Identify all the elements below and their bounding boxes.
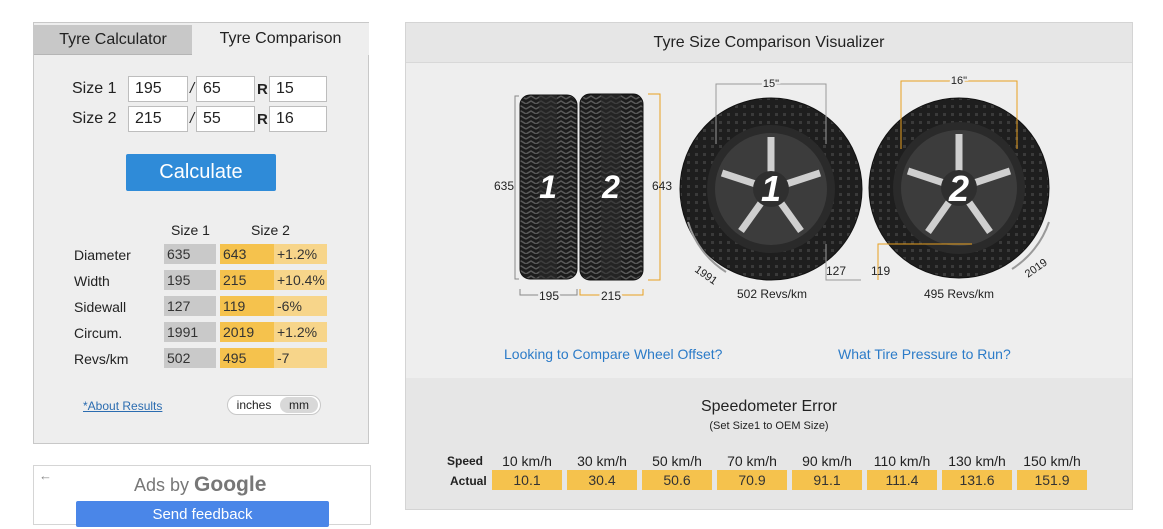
- diameter-size1-value: 635: [164, 244, 216, 264]
- speed-value: 90 km/h: [802, 453, 852, 469]
- size1-slash: /: [190, 80, 195, 97]
- circum-size1-value: 1991: [164, 322, 216, 342]
- tyre-calculator-panel: Tyre Calculator Tyre Comparison Size 1 1…: [33, 22, 369, 444]
- compare-wheel-offset-link[interactable]: Looking to Compare Wheel Offset?: [504, 346, 722, 362]
- wheel1-revs-label: 502 Revs/km: [737, 287, 807, 301]
- size2-slash: /: [190, 110, 195, 127]
- sidewall-diff-value: -6%: [274, 296, 327, 316]
- tread2-number: 2: [601, 169, 620, 205]
- revs-size1-value: 502: [164, 348, 216, 368]
- diameter-size2-value: 643: [220, 244, 274, 264]
- size2-aspect-input[interactable]: 55: [196, 106, 255, 132]
- speedometer-subtitle: (Set Size1 to OEM Size): [709, 420, 829, 432]
- actual-speed-value: 70.9: [717, 470, 787, 490]
- sidewall-size2-value: 119: [220, 296, 274, 316]
- size2-rim-input[interactable]: 16: [269, 106, 327, 132]
- width-diff-value: +10.4%: [274, 270, 327, 290]
- speed-value: 30 km/h: [577, 453, 627, 469]
- speed-row-label: Speed: [447, 454, 484, 468]
- speed-value: 50 km/h: [652, 453, 702, 469]
- about-results-link[interactable]: *About Results: [83, 399, 162, 413]
- actual-speed-value: 50.6: [642, 470, 712, 490]
- speed-value: 130 km/h: [948, 453, 1006, 469]
- wheel2-circum-label: 2019: [1023, 257, 1050, 281]
- visualizer-area: 1 2 635 643 195 215 1 15" 127 1991 502 R…: [406, 64, 1132, 377]
- wheel2-number: 2: [948, 168, 969, 209]
- calculate-button[interactable]: Calculate: [126, 154, 276, 191]
- back-arrow-icon[interactable]: ←: [39, 468, 52, 483]
- sidewall-size1-value: 127: [164, 296, 216, 316]
- ads-by-text: Ads by: [134, 475, 190, 495]
- wheel1-sidewall-label: 127: [826, 264, 846, 278]
- speed-value: 10 km/h: [502, 453, 552, 469]
- row-label-circum: Circum.: [74, 325, 123, 341]
- tire-pressure-link[interactable]: What Tire Pressure to Run?: [838, 346, 1011, 362]
- width-size2-value: 215: [220, 270, 274, 290]
- wheel1-circum-label: 1991: [692, 264, 719, 288]
- circum-diff-value: +1.2%: [274, 322, 327, 342]
- size1-width-input[interactable]: 195: [128, 76, 188, 102]
- height1-bracket: [514, 95, 519, 280]
- tab-tyre-comparison[interactable]: Tyre Comparison: [192, 23, 369, 55]
- height1-label: 635: [494, 179, 514, 193]
- actual-speed-value: 30.4: [567, 470, 637, 490]
- size1-aspect-input[interactable]: 65: [196, 76, 255, 102]
- height2-label: 643: [652, 179, 672, 193]
- wheel2-revs-label: 495 Revs/km: [924, 287, 994, 301]
- size1-label: Size 1: [72, 80, 117, 97]
- actual-speed-value: 10.1: [492, 470, 562, 490]
- row-label-revs: Revs/km: [74, 351, 129, 367]
- wheel1-rim-label: 15": [763, 78, 779, 90]
- width-size1-value: 195: [164, 270, 216, 290]
- results-col-size1: Size 1: [171, 222, 210, 238]
- width2-label: 215: [601, 289, 621, 303]
- revs-diff-value: -7: [274, 348, 327, 368]
- actual-speed-value: 111.4: [867, 470, 937, 490]
- ads-box: ← Ads by Google Send feedback: [33, 465, 371, 527]
- send-feedback-button[interactable]: Send feedback: [76, 501, 329, 527]
- visualizer-title: Tyre Size Comparison Visualizer: [406, 23, 1132, 63]
- tab-tyre-calculator[interactable]: Tyre Calculator: [34, 25, 192, 55]
- speed-value: 150 km/h: [1023, 453, 1081, 469]
- ads-by-google-label: Ads by Google: [134, 473, 266, 497]
- actual-speed-value: 151.9: [1017, 470, 1087, 490]
- size1-rim-input[interactable]: 15: [269, 76, 327, 102]
- size2-label: Size 2: [72, 110, 117, 127]
- row-label-diameter: Diameter: [74, 247, 131, 263]
- row-label-sidewall: Sidewall: [74, 299, 127, 315]
- unit-inches-option[interactable]: inches: [228, 396, 280, 414]
- row-label-width: Width: [74, 273, 110, 289]
- speed-value: 70 km/h: [727, 453, 777, 469]
- circum-size2-value: 2019: [220, 322, 274, 342]
- wheel2-sidewall-label: 119: [871, 264, 890, 278]
- visualizer-panel: Tyre Size Comparison Visualizer 1 2 635 …: [405, 22, 1133, 510]
- actual-speed-value: 91.1: [792, 470, 862, 490]
- tread1-number: 1: [539, 169, 557, 205]
- speedometer-title: Speedometer Error: [700, 398, 838, 415]
- diameter-diff-value: +1.2%: [274, 244, 327, 264]
- width1-label: 195: [539, 289, 559, 303]
- unit-mm-option[interactable]: mm: [280, 397, 318, 413]
- google-logo-text: Google: [194, 473, 267, 496]
- results-col-size2: Size 2: [251, 222, 290, 238]
- size2-width-input[interactable]: 215: [128, 106, 188, 132]
- wheel2-rim-label: 16": [951, 75, 967, 87]
- revs-size2-value: 495: [220, 348, 274, 368]
- wheel1-number: 1: [761, 168, 781, 209]
- tyre-diagram: 1 2 635 643 195 215 1 15" 127 1991 502 R…: [494, 73, 1050, 305]
- speed-value: 110 km/h: [873, 453, 931, 469]
- actual-row-label: Actual: [450, 474, 487, 488]
- size2-r-label: R: [257, 111, 268, 128]
- unit-toggle[interactable]: inches mm: [227, 395, 321, 415]
- size1-r-label: R: [257, 81, 268, 98]
- actual-speed-value: 131.6: [942, 470, 1012, 490]
- speedometer-error-section: Speedometer Error (Set Size1 to OEM Size…: [406, 378, 1132, 509]
